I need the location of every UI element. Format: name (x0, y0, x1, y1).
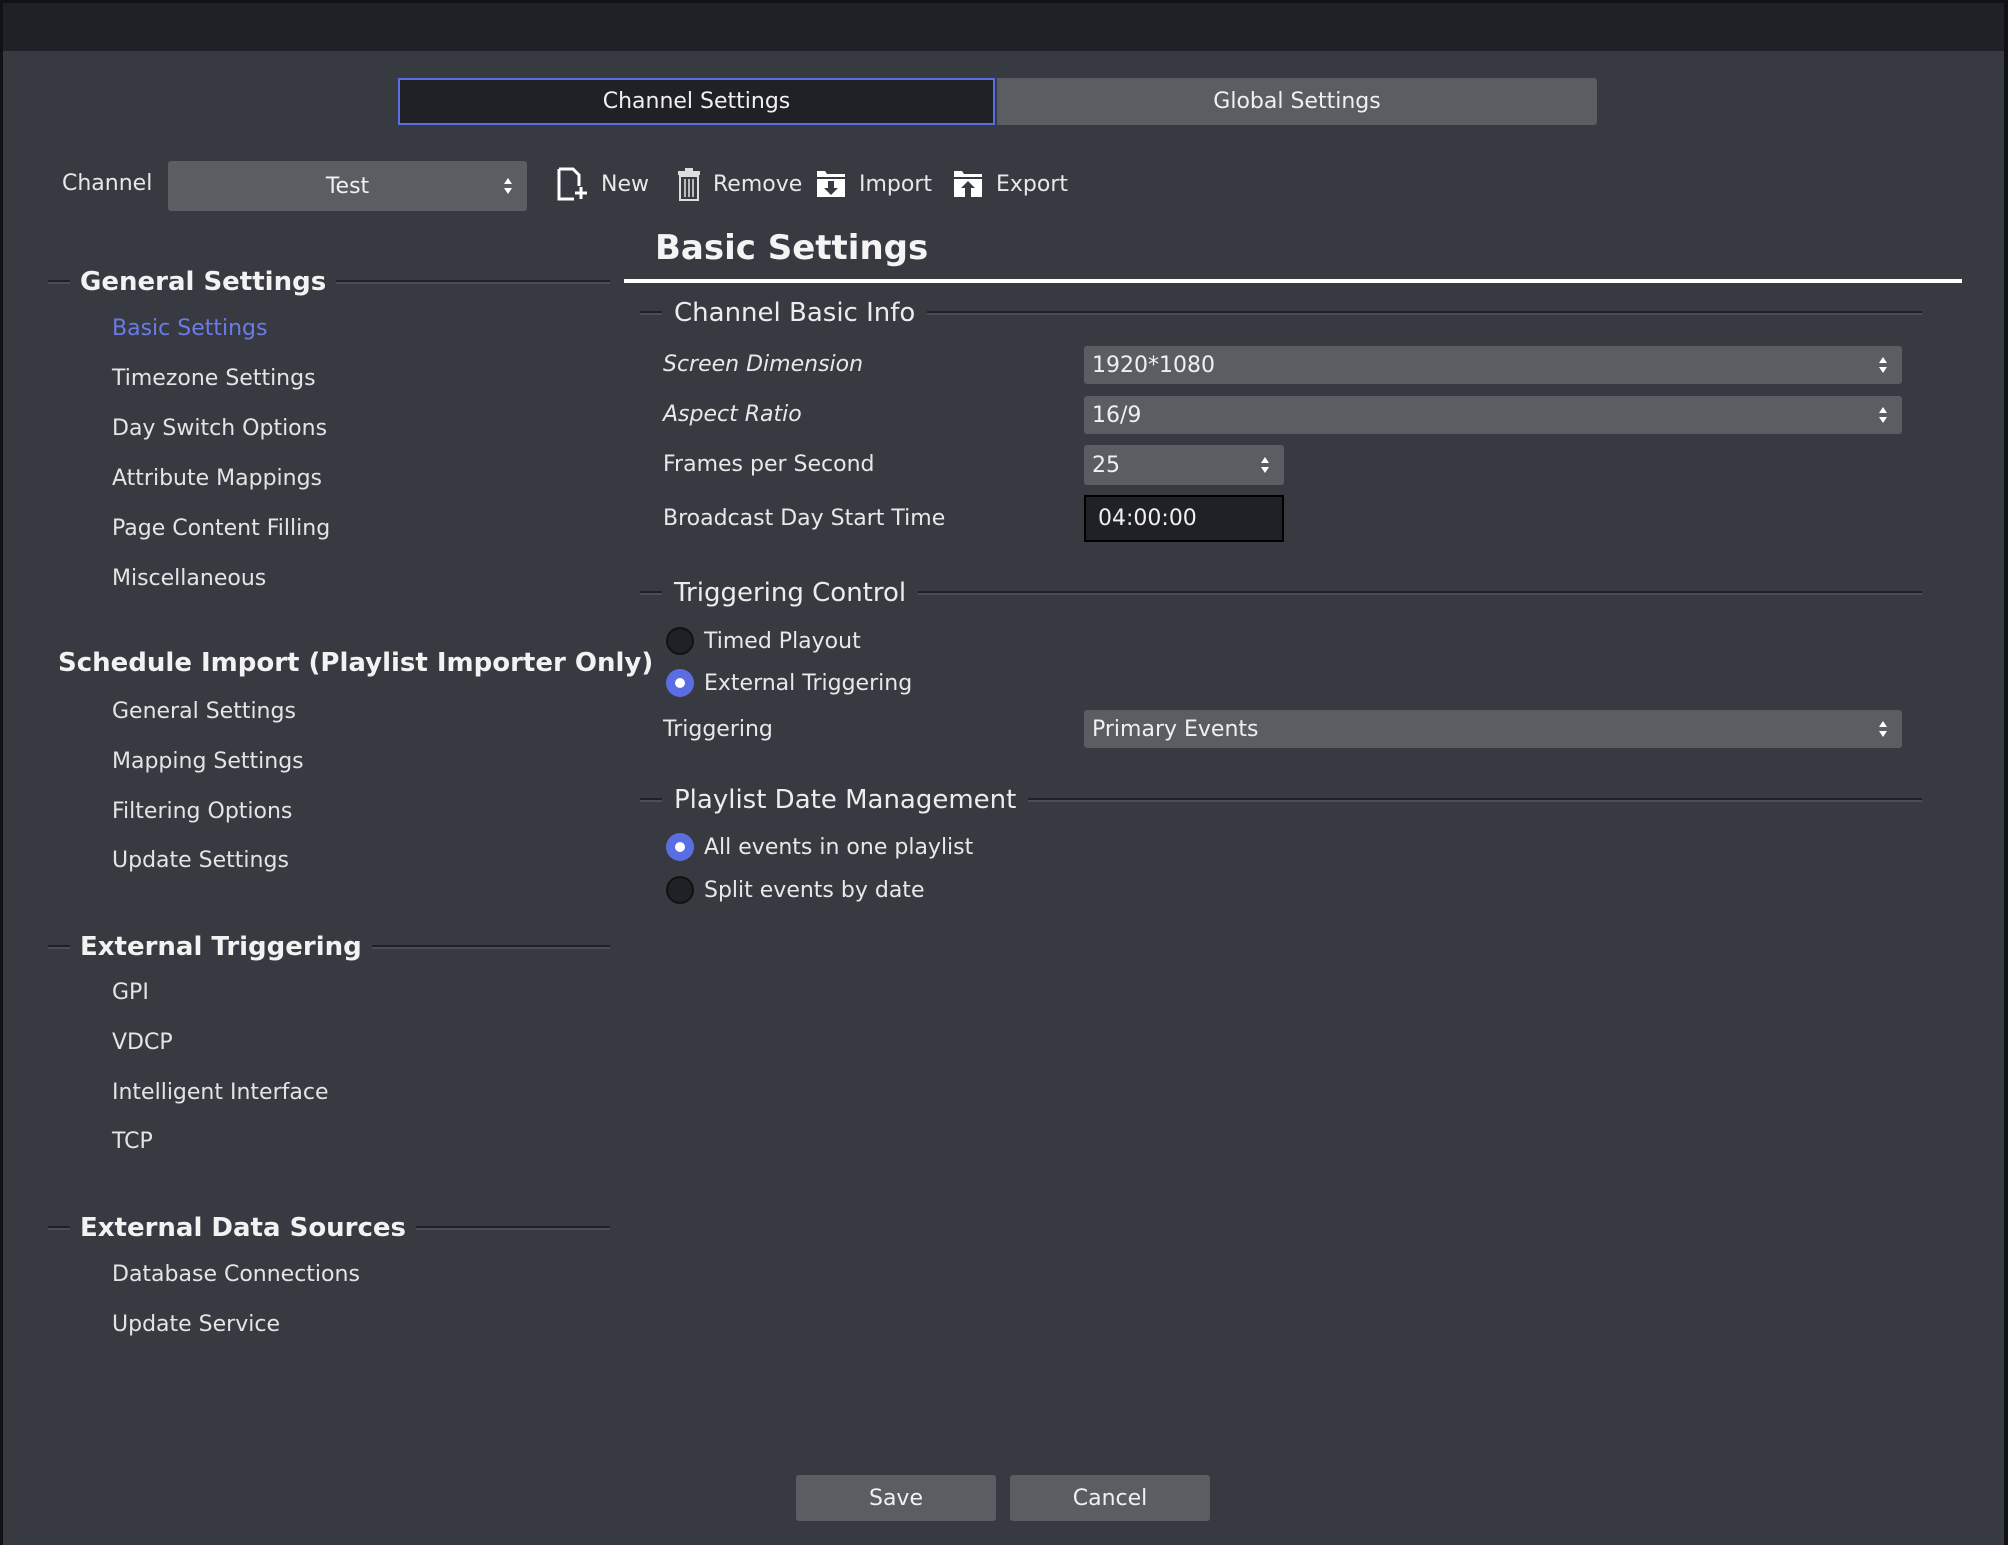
channel-label: Channel (62, 171, 153, 196)
import-folder-icon (817, 171, 845, 197)
cancel-button[interactable]: Cancel (1010, 1475, 1210, 1521)
sidebar-item-import-general-settings[interactable]: General Settings (112, 697, 296, 727)
day-start-time-input[interactable]: 04:00:00 (1084, 495, 1284, 542)
group-title: Triggering Control (674, 578, 907, 608)
sidebar-item-vdcp[interactable]: VDCP (112, 1028, 173, 1058)
sidebar-section-general-settings: General Settings (48, 265, 610, 299)
sidebar-item-tcp[interactable]: TCP (112, 1127, 153, 1157)
sidebar-item-intelligent-interface[interactable]: Intelligent Interface (112, 1078, 329, 1108)
import-label: Import (859, 171, 933, 197)
screen-dimension-select[interactable]: 1920*1080 (1084, 346, 1902, 384)
day-start-time-value: 04:00:00 (1098, 506, 1197, 531)
radio-label: External Triggering (704, 670, 913, 696)
sidebar-item-miscellaneous[interactable]: Miscellaneous (112, 564, 266, 594)
radio-button[interactable] (666, 833, 694, 861)
export-label: Export (996, 171, 1069, 197)
screen-dimension-value: 1920*1080 (1092, 352, 1215, 378)
new-label: New (601, 171, 649, 197)
tab-global-settings[interactable]: Global Settings (997, 78, 1597, 125)
remove-label: Remove (713, 171, 803, 197)
sidebar-item-database-connections[interactable]: Database Connections (112, 1260, 360, 1290)
save-button[interactable]: Save (796, 1475, 996, 1521)
radio-timed-playout[interactable]: Timed Playout (666, 626, 861, 656)
triggering-label: Triggering (663, 717, 773, 742)
sidebar-section-schedule-import: Schedule Import (Playlist Importer Only) (48, 646, 653, 680)
triggering-select[interactable]: Primary Events (1084, 710, 1902, 748)
updown-arrows-icon (1879, 407, 1887, 423)
aspect-ratio-select[interactable]: 16/9 (1084, 396, 1902, 434)
day-start-time-label: Broadcast Day Start Time (663, 506, 946, 531)
updown-arrows-icon (1261, 457, 1269, 473)
sidebar-item-update-settings[interactable]: Update Settings (112, 846, 289, 876)
new-file-icon (557, 167, 587, 201)
section-title: External Triggering (80, 932, 362, 962)
sidebar-item-page-content-filling[interactable]: Page Content Filling (112, 514, 330, 544)
group-title: Channel Basic Info (674, 298, 916, 328)
section-title: External Data Sources (80, 1213, 407, 1243)
screen-dimension-label: Screen Dimension (663, 352, 864, 377)
tab-channel-settings[interactable]: Channel Settings (398, 78, 995, 125)
title-bar (3, 3, 2004, 51)
updown-arrows-icon (1879, 357, 1887, 373)
sidebar-item-update-service[interactable]: Update Service (112, 1310, 280, 1340)
trash-icon (678, 168, 700, 201)
fps-value: 25 (1092, 452, 1120, 478)
radio-button[interactable] (666, 669, 694, 697)
updown-arrows-icon (504, 178, 512, 194)
channel-select-value: Test (325, 173, 370, 199)
fps-label: Frames per Second (663, 452, 875, 477)
section-title: Schedule Import (Playlist Importer Only) (58, 648, 654, 678)
sidebar-item-attribute-mappings[interactable]: Attribute Mappings (112, 464, 322, 494)
sidebar-item-basic-settings[interactable]: Basic Settings (112, 314, 267, 344)
export-button[interactable]: Export (952, 166, 1068, 202)
updown-arrows-icon (1879, 721, 1887, 737)
radio-button[interactable] (666, 876, 694, 904)
group-triggering-control: Triggering Control (640, 576, 1922, 610)
sidebar-item-mapping-settings[interactable]: Mapping Settings (112, 747, 304, 777)
sidebar-section-external-data-sources: External Data Sources (48, 1211, 610, 1245)
fps-select[interactable]: 25 (1084, 445, 1284, 485)
sidebar-item-timezone-settings[interactable]: Timezone Settings (112, 364, 316, 394)
aspect-ratio-value: 16/9 (1092, 402, 1142, 428)
sidebar-section-external-triggering: External Triggering (48, 930, 610, 964)
radio-button[interactable] (666, 627, 694, 655)
group-playlist-date-management: Playlist Date Management (640, 783, 1922, 817)
radio-all-events-one-playlist[interactable]: All events in one playlist (666, 832, 973, 862)
sidebar-item-filtering-options[interactable]: Filtering Options (112, 797, 292, 827)
page-title-underline (624, 279, 1962, 283)
radio-split-events-by-date[interactable]: Split events by date (666, 875, 924, 905)
radio-label: Split events by date (704, 877, 925, 903)
aspect-ratio-label: Aspect Ratio (663, 402, 802, 427)
page-title: Basic Settings (655, 228, 929, 268)
section-title: General Settings (80, 267, 327, 297)
radio-label: All events in one playlist (704, 834, 974, 860)
export-folder-icon (954, 171, 982, 197)
group-title: Playlist Date Management (674, 785, 1017, 815)
sidebar-item-gpi[interactable]: GPI (112, 978, 149, 1008)
new-channel-button[interactable]: New (557, 166, 649, 202)
sidebar-item-day-switch-options[interactable]: Day Switch Options (112, 414, 327, 444)
triggering-value: Primary Events (1092, 716, 1259, 742)
channel-select[interactable]: Test (168, 161, 527, 211)
radio-label: Timed Playout (704, 628, 861, 654)
remove-channel-button[interactable]: Remove (677, 166, 802, 202)
group-channel-basic-info: Channel Basic Info (640, 296, 1922, 330)
import-button[interactable]: Import (815, 166, 932, 202)
radio-external-triggering[interactable]: External Triggering (666, 668, 912, 698)
